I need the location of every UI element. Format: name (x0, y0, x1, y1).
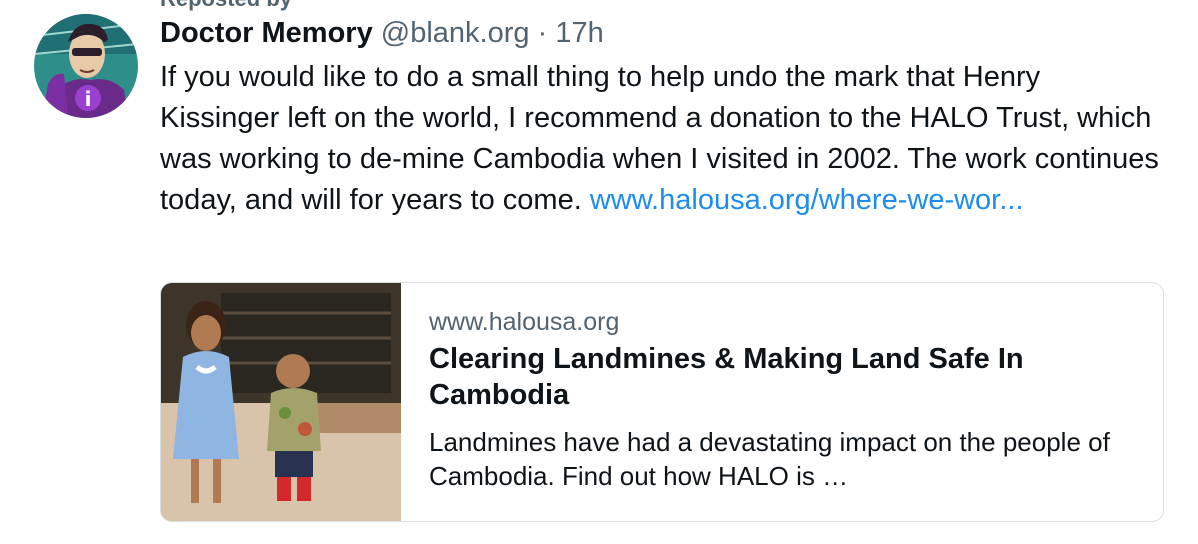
svg-text:i: i (85, 87, 92, 111)
post-timestamp[interactable]: 17h (555, 17, 603, 49)
repost-label: Reposted by (160, 0, 292, 11)
post-link[interactable]: www.halousa.org/where-we-wor... (590, 184, 1024, 216)
author-name[interactable]: Doctor Memory (160, 17, 373, 49)
author-avatar[interactable]: i (34, 14, 138, 118)
post-header: Doctor Memory @blank.org · 17h (160, 14, 604, 52)
post-body: If you would like to do a small thing to… (160, 57, 1160, 221)
author-handle[interactable]: @blank.org (381, 17, 530, 49)
card-title: Clearing Landmines & Making Land Safe In… (429, 343, 1024, 411)
link-preview-card[interactable]: www.halousa.org Clearing Landmines & Mak… (160, 282, 1164, 522)
card-info: www.halousa.org Clearing Landmines & Mak… (429, 307, 1139, 493)
card-thumbnail-image (161, 283, 401, 521)
avatar-illustration: i (34, 14, 138, 118)
card-description: Landmines have had a devastating impact … (429, 427, 1110, 491)
header-separator: · (537, 17, 548, 49)
card-domain: www.halousa.org (429, 308, 620, 336)
repost-indicator[interactable]: Reposted by (160, 0, 292, 12)
